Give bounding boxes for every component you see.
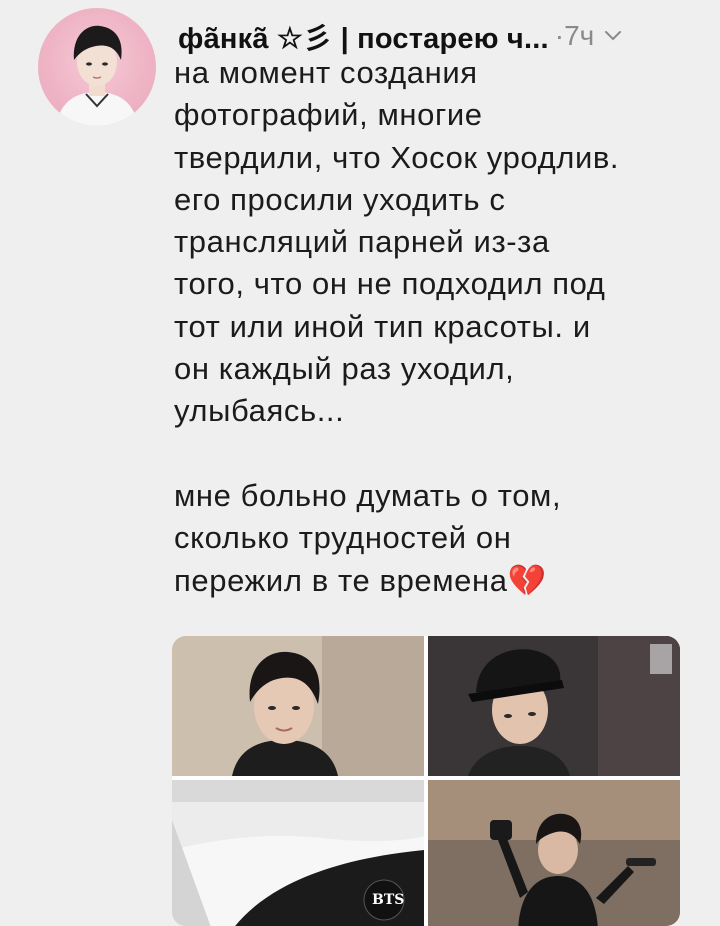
bts-logo: BTS (372, 892, 404, 908)
media-photo-1[interactable] (172, 636, 424, 776)
avatar-image (56, 25, 138, 126)
tweet-text: на момент создания фотографий, многие тв… (174, 55, 620, 598)
separator-dot: · (554, 20, 565, 51)
timestamp[interactable]: 7ч (564, 20, 594, 52)
display-name[interactable]: фãнкã ☆彡 | постарею ч... (178, 15, 549, 57)
media-photo-4[interactable] (428, 780, 680, 926)
media-photo-3[interactable]: BTS (172, 780, 424, 926)
chevron-down-icon[interactable] (604, 30, 622, 42)
tweet[interactable]: фãнкã ☆彡 | постарею ч... · 7ч на момент … (0, 0, 720, 926)
avatar[interactable] (38, 8, 156, 126)
media-grid: BTS (172, 636, 680, 926)
media-photo-2[interactable] (428, 636, 680, 776)
